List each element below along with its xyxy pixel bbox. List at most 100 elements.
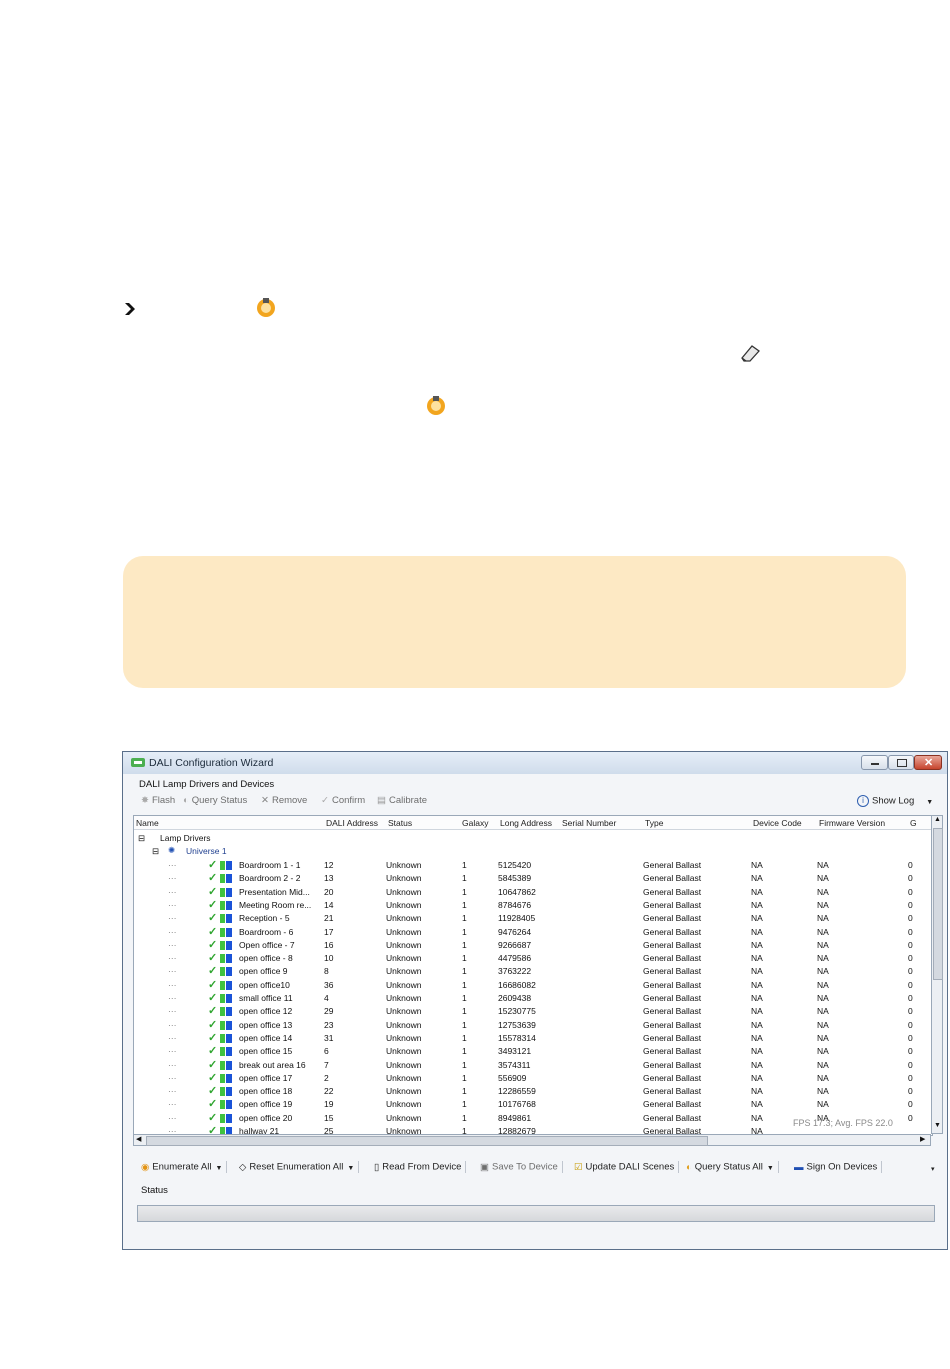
tree-connector: ⋯ bbox=[168, 1006, 177, 1017]
cell-galaxy: 1 bbox=[462, 1032, 467, 1043]
scroll-up-icon[interactable]: ▲ bbox=[934, 816, 941, 823]
table-row[interactable]: ⋯ ✓ open office - 8 10 Unknown 1 4479586 Genera… bbox=[134, 952, 932, 965]
table-row[interactable]: ⋯ ✓ Boardroom - 6 17 Unknown 1 9476264 General … bbox=[134, 926, 932, 939]
enumerate-icon bbox=[427, 396, 445, 415]
green-square-icon bbox=[220, 1073, 225, 1083]
sign-on-devices-button[interactable]: ▬ Sign On Devices bbox=[794, 1161, 886, 1173]
scroll-left-icon[interactable]: ◀ bbox=[136, 1135, 141, 1143]
col-dali-address[interactable]: DALI Address bbox=[326, 818, 378, 828]
scroll-thumb[interactable] bbox=[933, 828, 943, 980]
col-serial-number[interactable]: Serial Number bbox=[562, 818, 616, 828]
cell-galaxy: 1 bbox=[462, 1019, 467, 1030]
dropdown-arrow-icon[interactable]: ▼ bbox=[347, 1165, 354, 1172]
cell-firmware-version: NA bbox=[817, 1099, 829, 1110]
dropdown-arrow-icon[interactable]: ▼ bbox=[926, 799, 933, 806]
table-row[interactable]: ⋯ ✓ Reception - 5 21 Unknown 1 11928405 General… bbox=[134, 912, 932, 925]
cell-type: General Ballast bbox=[643, 873, 702, 884]
table-row[interactable]: ⋯ ✓ open office 13 23 Unknown 1 12753639 Genera… bbox=[134, 1019, 932, 1032]
cell-g: 0 bbox=[908, 1059, 913, 1070]
info-icon: i bbox=[857, 795, 869, 807]
grid-header: Name DALI Address Status Galaxy Long Add… bbox=[134, 816, 932, 830]
query-status-button[interactable]: ◐ Query Status bbox=[183, 795, 247, 806]
table-row[interactable]: ⋯ ✓ open office10 36 Unknown 1 16686082 General… bbox=[134, 979, 932, 992]
cell-long-address: 3574311 bbox=[498, 1059, 531, 1070]
enumerate-all-button[interactable]: ◉ Enumerate All ▼ bbox=[141, 1161, 231, 1173]
update-dali-scenes-button[interactable]: ☑ Update DALI Scenes bbox=[574, 1161, 683, 1173]
flash-button[interactable]: ✸ Flash bbox=[141, 795, 175, 806]
save-to-device-button[interactable]: ▣ Save To Device bbox=[480, 1161, 567, 1173]
close-button[interactable]: ✕ bbox=[914, 755, 942, 770]
vertical-scrollbar[interactable]: ▲ ▼ bbox=[931, 815, 943, 1134]
scroll-thumb[interactable] bbox=[146, 1136, 708, 1146]
table-row[interactable]: ⋯ ✓ open office 17 2 Unknown 1 556909 General B… bbox=[134, 1072, 932, 1085]
query-status-all-button[interactable]: ◐ Query Status All ▼ bbox=[686, 1161, 783, 1173]
table-row[interactable]: ⋯ ✓ Boardroom 1 - 1 12 Unknown 1 5125420 Genera… bbox=[134, 859, 932, 872]
cell-type: General Ballast bbox=[643, 860, 702, 870]
col-firmware-version[interactable]: Firmware Version bbox=[819, 818, 885, 828]
cell-long-address: 11928405 bbox=[498, 913, 536, 924]
tree-connector: ⋯ bbox=[168, 1086, 177, 1097]
cell-name: open office10 bbox=[239, 979, 290, 990]
cell-dali-address: 4 bbox=[324, 993, 329, 1003]
cell-long-address: 5845389 bbox=[498, 873, 532, 884]
cell-type: General Ballast bbox=[643, 1019, 702, 1030]
table-row[interactable]: ⋯ ✓ break out area 16 7 Unknown 1 3574311 Gener… bbox=[134, 1059, 932, 1072]
cell-dali-address: 20 bbox=[324, 886, 334, 897]
tree-universe-1[interactable]: Universe 1 bbox=[186, 846, 227, 856]
cell-dali-address: 12 bbox=[324, 860, 334, 870]
table-row[interactable]: ⋯ ✓ Open office - 7 16 Unknown 1 9266687 Genera… bbox=[134, 939, 932, 952]
cell-galaxy: 1 bbox=[462, 939, 467, 950]
scroll-right-icon[interactable]: ▶ bbox=[920, 1135, 925, 1143]
col-long-address[interactable]: Long Address bbox=[500, 818, 552, 828]
col-device-code[interactable]: Device Code bbox=[753, 818, 802, 828]
cell-firmware-version: NA bbox=[817, 899, 829, 910]
cell-status: Unknown bbox=[386, 1072, 422, 1083]
scroll-down-icon[interactable]: ▼ bbox=[934, 1122, 941, 1129]
table-row[interactable]: ⋯ ✓ small office 11 4 Unknown 1 2609438 General… bbox=[134, 992, 932, 1005]
cell-name: break out area 16 bbox=[239, 1059, 306, 1070]
cell-dali-address: 16 bbox=[324, 939, 334, 950]
table-row[interactable]: ⋯ ✓ Presentation Mid... 20 Unknown 1 10647862 G… bbox=[134, 886, 932, 899]
show-log-button[interactable]: i Show Log ▼ bbox=[857, 795, 933, 807]
remove-button[interactable]: ✕ Remove bbox=[261, 795, 307, 806]
horizontal-scrollbar[interactable]: ◀ ▶ bbox=[133, 1134, 931, 1146]
dropdown-arrow-icon[interactable]: ▼ bbox=[767, 1165, 774, 1172]
blue-square-icon bbox=[226, 1100, 232, 1110]
read-from-device-button[interactable]: ▯ Read From Device bbox=[374, 1161, 470, 1173]
table-row[interactable]: ⋯ ✓ open office 12 29 Unknown 1 15230775 Genera… bbox=[134, 1005, 932, 1018]
confirm-icon: ✓ bbox=[321, 795, 329, 806]
col-status[interactable]: Status bbox=[388, 818, 412, 828]
col-galaxy[interactable]: Galaxy bbox=[462, 818, 488, 828]
blue-square-icon bbox=[226, 994, 232, 1003]
col-type[interactable]: Type bbox=[645, 818, 663, 828]
cell-status: Unknown bbox=[386, 993, 422, 1003]
expand-toggle-icon[interactable]: ⊟ bbox=[138, 833, 145, 844]
blue-square-icon bbox=[226, 1087, 232, 1097]
calibrate-button[interactable]: ▤ Calibrate bbox=[377, 795, 427, 806]
cell-name: Meeting Room re... bbox=[239, 899, 312, 910]
table-row[interactable]: ⋯ ✓ open office 15 6 Unknown 1 3493121 General … bbox=[134, 1045, 932, 1058]
blue-square-icon bbox=[226, 1073, 232, 1083]
confirm-button[interactable]: ✓ Confirm bbox=[321, 795, 365, 806]
toolbar-overflow-icon[interactable]: ▾ bbox=[931, 1165, 935, 1173]
cell-dali-address: 2 bbox=[324, 1072, 329, 1083]
maximize-button[interactable] bbox=[888, 755, 914, 770]
expand-toggle-icon[interactable]: ⊟ bbox=[152, 846, 159, 857]
table-row[interactable]: ⋯ ✓ open office 14 31 Unknown 1 15578314 Genera… bbox=[134, 1032, 932, 1045]
col-name[interactable]: Name bbox=[136, 818, 159, 828]
table-row[interactable]: ⋯ ✓ open office 18 22 Unknown 1 12286559 Genera… bbox=[134, 1085, 932, 1098]
col-g[interactable]: G bbox=[910, 818, 917, 828]
table-row[interactable]: ⋯ ✓ open office 19 19 Unknown 1 10176768 Genera… bbox=[134, 1098, 932, 1111]
table-row[interactable]: ⋯ ✓ open office 9 8 Unknown 1 3763222 General B… bbox=[134, 965, 932, 978]
cell-dali-address: 17 bbox=[324, 926, 334, 937]
table-row[interactable]: ⋯ ✓ Boardroom 2 - 2 13 Unknown 1 5845389 Genera… bbox=[134, 872, 932, 885]
cell-dali-address: 13 bbox=[324, 873, 334, 884]
table-row[interactable]: ⋯ ✓ Meeting Room re... 14 Unknown 1 8784676 Gen… bbox=[134, 899, 932, 912]
dropdown-arrow-icon[interactable]: ▼ bbox=[215, 1165, 222, 1172]
cell-status: Unknown bbox=[386, 1032, 422, 1043]
cell-long-address: 9476264 bbox=[498, 926, 532, 937]
tree-root-lamp-drivers[interactable]: Lamp Drivers bbox=[160, 833, 211, 843]
minimize-button[interactable] bbox=[861, 755, 888, 770]
reset-enumeration-all-button[interactable]: ◇ Reset Enumeration All ▼ bbox=[239, 1161, 363, 1173]
blue-square-icon bbox=[226, 874, 232, 884]
